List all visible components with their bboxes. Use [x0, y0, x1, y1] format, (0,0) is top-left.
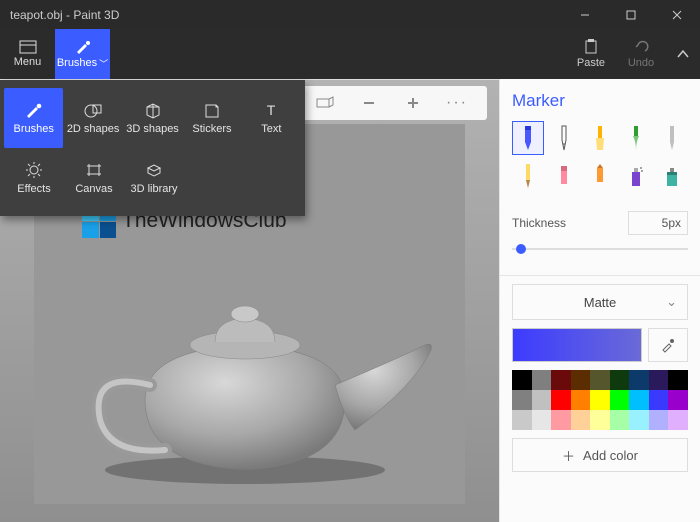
shapes-2d-icon — [83, 101, 103, 119]
more-chevron-button[interactable] — [666, 29, 700, 79]
brush-icon — [24, 101, 44, 119]
library-icon — [144, 161, 164, 179]
more-options-button[interactable]: ··· — [443, 91, 471, 115]
tool-grid — [512, 121, 688, 193]
brushes-label: Brushes — [57, 57, 97, 69]
zoom-in-button[interactable] — [399, 91, 427, 115]
palette-color[interactable] — [532, 370, 552, 390]
palette-color[interactable] — [649, 370, 669, 390]
dropdown-3d-shapes[interactable]: 3D shapes — [123, 88, 182, 148]
plus-icon: ＋ — [562, 446, 575, 465]
thickness-label: Thickness — [512, 216, 628, 230]
tool-pencil[interactable] — [512, 159, 544, 193]
chevron-down-icon: ⌄ — [666, 294, 677, 310]
tool-watercolor[interactable] — [620, 121, 652, 155]
palette-color[interactable] — [610, 370, 630, 390]
view-3d-button[interactable] — [311, 91, 339, 115]
palette-color[interactable] — [551, 370, 571, 390]
top-menu: Menu Brushes﹀ Paste Undo — [0, 29, 700, 79]
undo-button[interactable]: Undo — [616, 29, 666, 79]
clipboard-icon — [583, 39, 599, 55]
slider-knob[interactable] — [516, 244, 526, 254]
undo-icon — [633, 39, 649, 55]
brush-icon — [74, 39, 92, 55]
minimize-button[interactable] — [562, 0, 608, 29]
tool-marker[interactable] — [512, 121, 544, 155]
tool-fill[interactable] — [656, 159, 688, 193]
menu-button[interactable]: Menu — [0, 29, 55, 79]
palette-color[interactable] — [668, 410, 688, 430]
dropdown-stickers[interactable]: Stickers — [182, 88, 241, 148]
effects-icon — [24, 161, 44, 179]
dropdown-2d-shapes[interactable]: 2D shapes — [63, 88, 122, 148]
palette-color[interactable] — [551, 390, 571, 410]
palette-color[interactable] — [571, 370, 591, 390]
sticker-icon — [202, 101, 222, 119]
dropdown-canvas[interactable]: Canvas — [64, 148, 124, 208]
maximize-button[interactable] — [608, 0, 654, 29]
palette-color[interactable] — [551, 410, 571, 430]
palette-color[interactable] — [512, 370, 532, 390]
tool-pixel-pen[interactable] — [656, 121, 688, 155]
palette-color[interactable] — [571, 410, 591, 430]
palette-color[interactable] — [610, 410, 630, 430]
add-color-button[interactable]: ＋ Add color — [512, 438, 688, 472]
palette-color[interactable] — [512, 390, 532, 410]
palette-color[interactable] — [668, 390, 688, 410]
palette-color[interactable] — [571, 390, 591, 410]
zoom-out-button[interactable] — [355, 91, 383, 115]
add-color-label: Add color — [583, 448, 638, 463]
dropdown-effects[interactable]: Effects — [4, 148, 64, 208]
text-icon: T — [261, 101, 281, 119]
canvas-toolbar: ··· — [295, 86, 487, 120]
undo-label: Undo — [628, 57, 654, 69]
canvas-icon — [84, 161, 104, 179]
dropdown-3d-library[interactable]: 3D library — [124, 148, 184, 208]
current-color-swatch[interactable] — [512, 328, 642, 362]
paste-label: Paste — [577, 57, 605, 69]
window-title: teapot.obj - Paint 3D — [10, 8, 562, 22]
thickness-input[interactable]: 5px — [628, 211, 688, 235]
palette-color[interactable] — [629, 370, 649, 390]
palette-color[interactable] — [649, 410, 669, 430]
close-button[interactable] — [654, 0, 700, 29]
tool-calligraphy[interactable] — [548, 121, 580, 155]
material-label: Matte — [584, 295, 617, 310]
palette-color[interactable] — [590, 410, 610, 430]
brushes-dropdown: Brushes 2D shapes 3D shapes Stickers — [0, 80, 305, 216]
menu-icon — [19, 40, 37, 54]
svg-text:T: T — [267, 102, 276, 118]
palette-color[interactable] — [512, 410, 532, 430]
side-panel: Marker Thickness 5px Matte — [500, 79, 700, 522]
brushes-tab[interactable]: Brushes﹀ — [55, 29, 110, 79]
palette-color[interactable] — [590, 390, 610, 410]
palette-color[interactable] — [532, 410, 552, 430]
thickness-slider[interactable] — [512, 241, 688, 257]
eyedropper-button[interactable] — [648, 328, 688, 362]
palette-color[interactable] — [590, 370, 610, 390]
palette-color[interactable] — [668, 370, 688, 390]
dropdown-brushes[interactable]: Brushes — [4, 88, 63, 148]
menu-label: Menu — [14, 56, 42, 68]
tool-heading: Marker — [512, 91, 688, 111]
eyedropper-icon — [660, 337, 676, 353]
canvas-area[interactable]: ··· Brushes 2D shapes 3D shapes — [0, 79, 500, 522]
cube-icon — [143, 101, 163, 119]
tool-eraser[interactable] — [548, 159, 580, 193]
palette-color[interactable] — [629, 390, 649, 410]
chevron-down-icon: ﹀ — [99, 57, 108, 70]
color-palette — [512, 370, 688, 430]
tool-crayon[interactable] — [584, 159, 616, 193]
material-select[interactable]: Matte ⌄ — [512, 284, 688, 320]
chevron-up-icon — [676, 47, 690, 61]
palette-color[interactable] — [629, 410, 649, 430]
palette-color[interactable] — [610, 390, 630, 410]
palette-color[interactable] — [532, 390, 552, 410]
palette-color[interactable] — [649, 390, 669, 410]
tool-spray[interactable] — [620, 159, 652, 193]
dropdown-text[interactable]: T Text — [242, 88, 301, 148]
paste-button[interactable]: Paste — [566, 29, 616, 79]
tool-oil-brush[interactable] — [584, 121, 616, 155]
